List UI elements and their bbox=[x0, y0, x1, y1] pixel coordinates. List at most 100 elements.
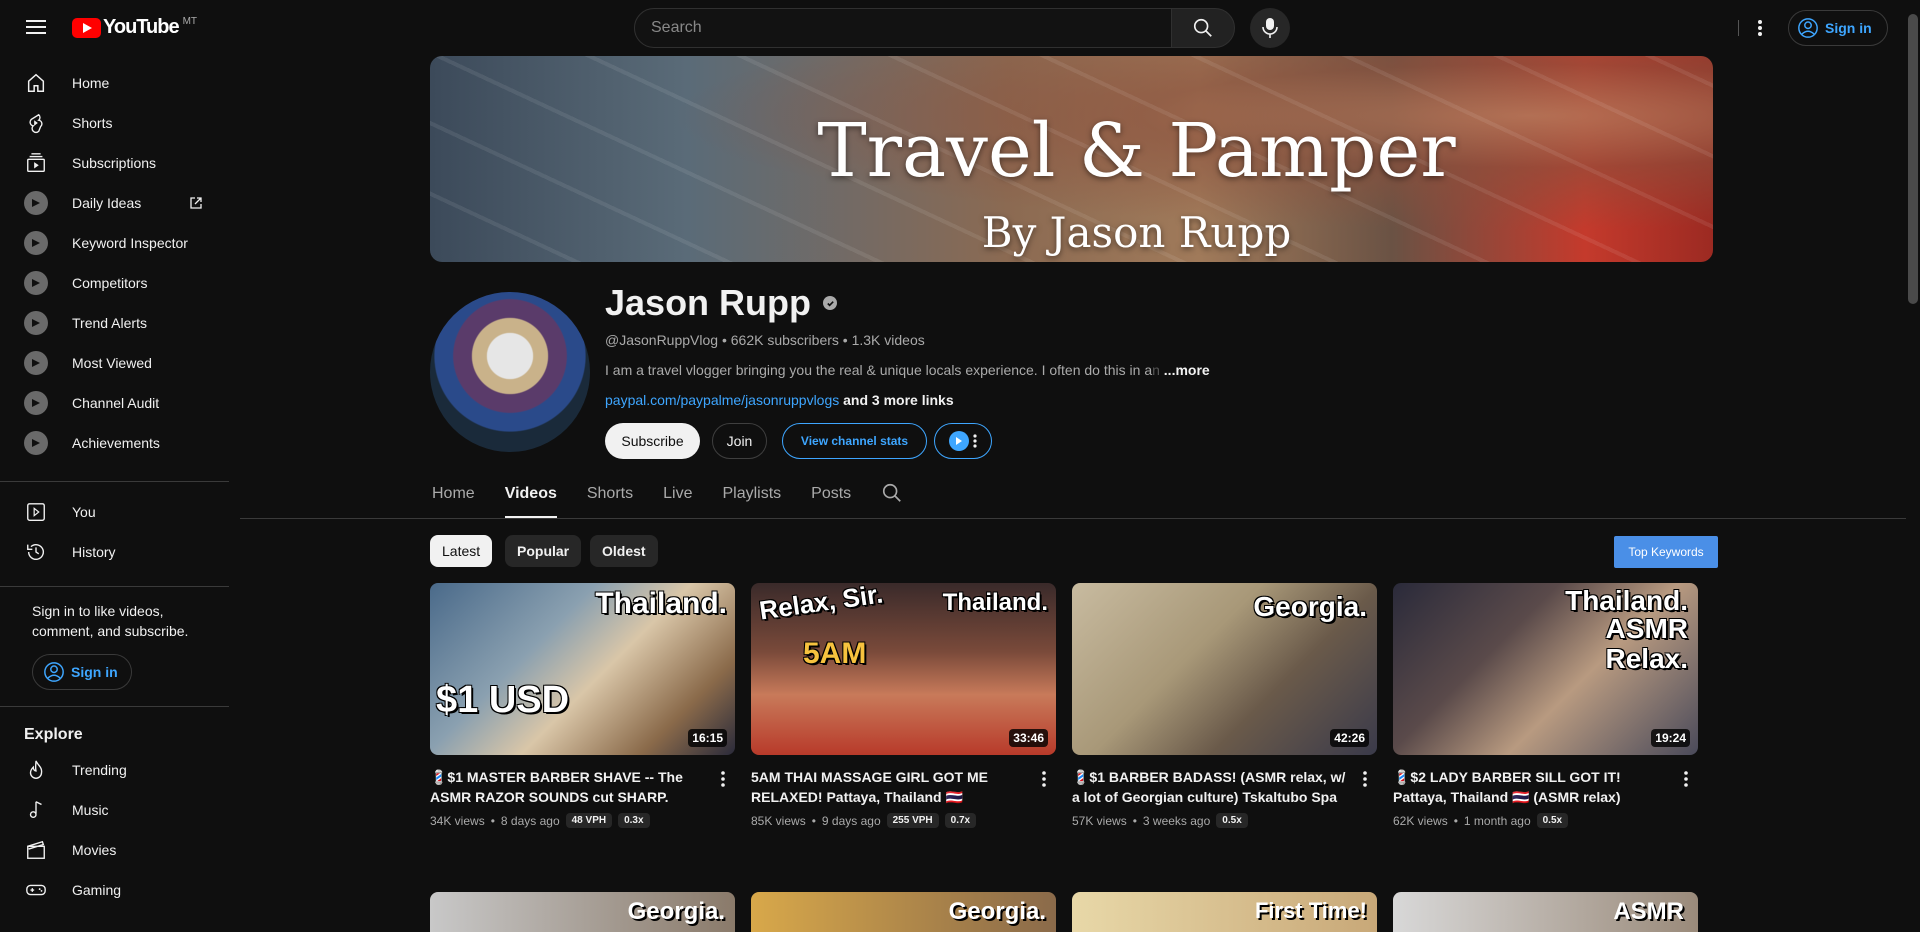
sidebar-item-home[interactable]: Home bbox=[12, 63, 217, 103]
video-card[interactable]: Relax, Sir. Thailand. 5AM 33:46 5AM THAI… bbox=[751, 583, 1056, 828]
sidebar-item-history[interactable]: History bbox=[12, 532, 217, 572]
sidebar-item-channel-audit[interactable]: Channel Audit bbox=[12, 383, 217, 423]
thumb-text: Thailand. bbox=[942, 589, 1048, 616]
top-bar: YouTube MT Sign in bbox=[0, 0, 1920, 56]
sidebar-item-keyword-inspector[interactable]: Keyword Inspector bbox=[12, 223, 217, 263]
video-age: 8 days ago bbox=[500, 813, 560, 828]
video-meta: 62K views • 1 month ago 0.5x bbox=[1393, 813, 1698, 828]
video-card[interactable]: Thailand. ASMR Relax. 19:24 💈$2 LADY BAR… bbox=[1393, 583, 1698, 828]
region-code: MT bbox=[182, 16, 198, 27]
sidebar-item-shorts[interactable]: Shorts bbox=[12, 103, 217, 143]
scrollbar-thumb[interactable] bbox=[1908, 14, 1918, 304]
thumb-text: First Time! bbox=[1254, 898, 1367, 923]
extension-icon bbox=[24, 431, 48, 455]
extension-menu-button[interactable] bbox=[934, 423, 992, 459]
tab-playlists[interactable]: Playlists bbox=[722, 478, 781, 518]
channel-avatar[interactable] bbox=[430, 292, 590, 452]
sidebar-item-label: Movies bbox=[72, 842, 117, 858]
signin-label: Sign in bbox=[1825, 20, 1872, 36]
video-thumbnail[interactable]: Georgia. bbox=[751, 892, 1056, 932]
sidebar-item-subscriptions[interactable]: Subscriptions bbox=[12, 143, 217, 183]
sidebar-item-label: Most Viewed bbox=[72, 355, 152, 371]
video-duration: 42:26 bbox=[1330, 729, 1369, 747]
youtube-logo[interactable]: YouTube MT bbox=[72, 16, 197, 39]
sidebar-item-most-viewed[interactable]: Most Viewed bbox=[12, 343, 217, 383]
sidebar-item-movies[interactable]: Movies bbox=[12, 830, 217, 870]
paypal-link[interactable]: paypal.com/paypalme/jasonruppvlogs bbox=[605, 392, 839, 408]
channel-tabs: Home Videos Shorts Live Playlists Posts bbox=[430, 478, 905, 518]
channel-search-icon[interactable] bbox=[881, 482, 905, 506]
menu-icon[interactable] bbox=[20, 13, 52, 41]
sidebar-item-label: Daily Ideas bbox=[72, 195, 142, 211]
sidebar-item-achievements[interactable]: Achievements bbox=[12, 423, 217, 463]
microphone-icon bbox=[1262, 18, 1278, 38]
chip-latest[interactable]: Latest bbox=[430, 535, 493, 567]
sidebar-divider bbox=[0, 706, 229, 707]
view-channel-stats-button[interactable]: View channel stats bbox=[782, 423, 927, 459]
sidebar-item-label: Gaming bbox=[72, 882, 122, 898]
tab-shorts[interactable]: Shorts bbox=[587, 478, 633, 518]
sidebar-item-trend-alerts[interactable]: Trend Alerts bbox=[12, 303, 217, 343]
video-card[interactable]: Georgia. 42:26 💈$1 BARBER BADASS! (ASMR … bbox=[1072, 583, 1377, 828]
top-keywords-button[interactable]: Top Keywords bbox=[1614, 536, 1718, 568]
video-views: 57K views bbox=[1072, 813, 1127, 828]
sidebar-item-trending[interactable]: Trending bbox=[12, 750, 217, 790]
sidebar-item-you[interactable]: You bbox=[12, 492, 217, 532]
music-icon bbox=[24, 798, 48, 822]
video-thumbnail[interactable]: Georgia. bbox=[430, 892, 735, 932]
video-menu-icon[interactable] bbox=[711, 767, 735, 791]
sidebar-item-daily-ideas[interactable]: Daily Ideas bbox=[12, 183, 217, 223]
more-links[interactable]: and 3 more links bbox=[843, 392, 953, 408]
video-card[interactable]: ASMR bbox=[1393, 892, 1698, 932]
chip-popular[interactable]: Popular bbox=[505, 535, 582, 567]
video-menu-icon[interactable] bbox=[1032, 767, 1056, 791]
chip-oldest[interactable]: Oldest bbox=[590, 535, 658, 567]
sidebar-item-label: Competitors bbox=[72, 275, 148, 291]
sidebar-item-gaming[interactable]: Gaming bbox=[12, 870, 217, 910]
thumb-text: Thailand. bbox=[595, 587, 727, 620]
tab-posts[interactable]: Posts bbox=[811, 478, 851, 518]
video-title[interactable]: 💈$2 LADY BARBER SILL GOT IT! Pattaya, Th… bbox=[1393, 767, 1673, 807]
video-card[interactable]: Georgia. bbox=[751, 892, 1056, 932]
video-card[interactable]: Thailand. $1 USD 16:15 💈$1 MASTER BARBER… bbox=[430, 583, 735, 828]
sidebar-signin-button[interactable]: Sign in bbox=[32, 654, 132, 690]
topbar-divider bbox=[1738, 20, 1739, 36]
join-button[interactable]: Join bbox=[712, 423, 767, 459]
sidebar-item-competitors[interactable]: Competitors bbox=[12, 263, 217, 303]
video-thumbnail[interactable]: First Time! bbox=[1072, 892, 1377, 932]
video-card[interactable]: Georgia. bbox=[430, 892, 735, 932]
more-options-icon[interactable] bbox=[1748, 12, 1772, 44]
video-thumbnail[interactable]: Thailand. $1 USD 16:15 bbox=[430, 583, 735, 755]
video-age: 9 days ago bbox=[821, 813, 881, 828]
thumb-text: ASMR bbox=[1605, 613, 1688, 644]
description-fade: n bbox=[1152, 362, 1160, 378]
video-age: 1 month ago bbox=[1463, 813, 1531, 828]
tab-live[interactable]: Live bbox=[663, 478, 692, 518]
video-card[interactable]: First Time! bbox=[1072, 892, 1377, 932]
channel-description[interactable]: I am a travel vlogger bringing you the r… bbox=[605, 362, 1210, 378]
video-thumbnail[interactable]: Relax, Sir. Thailand. 5AM 33:46 bbox=[751, 583, 1056, 755]
video-menu-icon[interactable] bbox=[1353, 767, 1377, 791]
voice-search-button[interactable] bbox=[1250, 8, 1290, 48]
sidebar-item-label: Trend Alerts bbox=[72, 315, 147, 331]
meta-separator: • bbox=[1132, 813, 1137, 828]
search-box[interactable] bbox=[634, 8, 1172, 48]
subscribe-button[interactable]: Subscribe bbox=[605, 423, 700, 459]
sidebar-item-music[interactable]: Music bbox=[12, 790, 217, 830]
video-title[interactable]: 5AM THAI MASSAGE GIRL GOT ME RELAXED! Pa… bbox=[751, 767, 1031, 807]
video-thumbnail[interactable]: Thailand. ASMR Relax. 19:24 bbox=[1393, 583, 1698, 755]
video-thumbnail[interactable]: ASMR bbox=[1393, 892, 1698, 932]
verified-icon bbox=[823, 296, 838, 310]
video-menu-icon[interactable] bbox=[1674, 767, 1698, 791]
tab-videos[interactable]: Videos bbox=[504, 478, 558, 518]
extension-icon bbox=[24, 271, 48, 295]
vph-badge: 255 VPH bbox=[886, 813, 939, 828]
tab-home[interactable]: Home bbox=[432, 478, 475, 518]
video-thumbnail[interactable]: Georgia. 42:26 bbox=[1072, 583, 1377, 755]
search-button[interactable] bbox=[1171, 8, 1235, 48]
signin-button[interactable]: Sign in bbox=[1788, 10, 1888, 46]
more-link[interactable]: ...more bbox=[1164, 362, 1210, 378]
video-title[interactable]: 💈$1 MASTER BARBER SHAVE -- The ASMR RAZO… bbox=[430, 767, 710, 807]
search-input[interactable] bbox=[651, 19, 1171, 37]
video-title[interactable]: 💈$1 BARBER BADASS! (ASMR relax, w/ a lot… bbox=[1072, 767, 1352, 807]
